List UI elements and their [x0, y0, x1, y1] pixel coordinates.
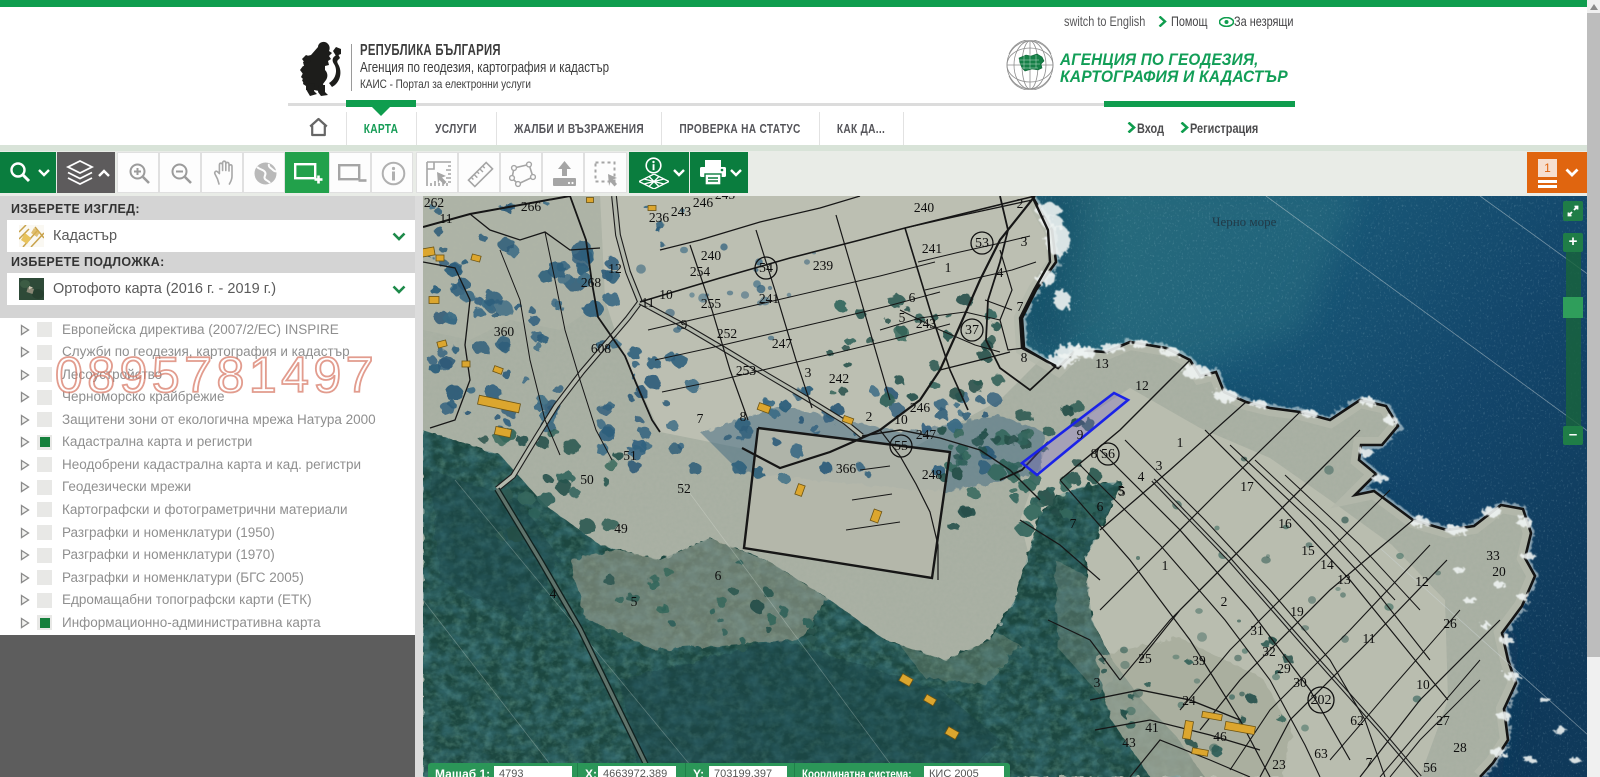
svg-text:39: 39: [1192, 653, 1206, 668]
svg-text:2: 2: [1017, 196, 1024, 211]
svg-text:366: 366: [836, 461, 857, 476]
svg-text:1: 1: [945, 260, 952, 275]
svg-text:9: 9: [1077, 427, 1084, 442]
svg-text:14: 14: [1320, 557, 1334, 572]
svg-text:3: 3: [1156, 458, 1163, 473]
svg-text:62: 62: [1350, 713, 1364, 728]
svg-text:242: 242: [829, 371, 849, 386]
svg-text:33: 33: [1486, 548, 1500, 563]
svg-text:6: 6: [1097, 499, 1104, 514]
svg-text:241: 241: [922, 241, 942, 256]
svg-text:2: 2: [1221, 594, 1228, 609]
svg-text:23: 23: [1272, 757, 1286, 772]
svg-text:32: 32: [1262, 644, 1276, 659]
svg-text:27: 27: [1436, 713, 1450, 728]
svg-text:25: 25: [1138, 651, 1152, 666]
svg-text:12: 12: [608, 261, 622, 276]
svg-text:7: 7: [1070, 516, 1077, 531]
svg-text:51: 51: [623, 448, 637, 463]
svg-text:55: 55: [894, 439, 908, 454]
svg-text:241: 241: [759, 291, 779, 306]
svg-text:252: 252: [717, 326, 737, 341]
svg-text:3: 3: [1021, 234, 1028, 249]
svg-text:254: 254: [690, 264, 711, 279]
svg-text:11: 11: [642, 295, 655, 310]
svg-text:49: 49: [614, 521, 628, 536]
svg-text:Черно море: Черно море: [1212, 214, 1277, 229]
svg-text:26: 26: [1443, 616, 1457, 631]
svg-text:24: 24: [1182, 693, 1196, 708]
svg-text:245: 245: [715, 196, 736, 202]
svg-text:20: 20: [1492, 564, 1506, 579]
svg-text:56: 56: [1101, 447, 1115, 462]
svg-text:43: 43: [1122, 735, 1136, 750]
svg-text:202: 202: [1311, 693, 1332, 708]
svg-text:3: 3: [805, 365, 812, 380]
svg-text:1: 1: [1177, 435, 1184, 450]
svg-text:8: 8: [740, 409, 747, 424]
svg-text:262: 262: [424, 196, 444, 210]
svg-text:10: 10: [1416, 677, 1430, 692]
svg-text:240: 240: [701, 248, 722, 263]
svg-text:9: 9: [681, 317, 688, 332]
svg-text:7: 7: [697, 411, 704, 426]
svg-text:11: 11: [440, 211, 453, 226]
svg-text:608: 608: [591, 341, 612, 356]
svg-text:12: 12: [1415, 574, 1429, 589]
svg-text:28: 28: [1453, 740, 1467, 755]
svg-text:10: 10: [659, 287, 673, 302]
svg-text:15: 15: [1301, 543, 1315, 558]
svg-text:10: 10: [894, 412, 908, 427]
svg-text:30: 30: [1293, 675, 1307, 690]
svg-text:37: 37: [965, 323, 979, 338]
svg-text:266: 266: [521, 199, 542, 214]
svg-text:13: 13: [1337, 572, 1351, 587]
svg-text:19: 19: [1290, 604, 1304, 619]
svg-text:246: 246: [693, 196, 714, 210]
svg-text:4: 4: [1138, 469, 1145, 484]
svg-text:6: 6: [715, 568, 722, 583]
svg-text:6: 6: [909, 290, 916, 305]
svg-text:29: 29: [1277, 661, 1291, 676]
svg-text:4: 4: [997, 265, 1004, 280]
svg-text:7: 7: [1366, 755, 1373, 770]
svg-text:13: 13: [1095, 356, 1109, 371]
svg-text:12: 12: [1135, 378, 1149, 393]
svg-text:11: 11: [1363, 631, 1376, 646]
svg-text:243: 243: [916, 316, 937, 331]
svg-text:5: 5: [1118, 483, 1125, 498]
svg-text:2: 2: [866, 409, 873, 424]
svg-text:1: 1: [1162, 558, 1169, 573]
svg-text:268: 268: [581, 275, 602, 290]
svg-text:239: 239: [813, 258, 834, 273]
svg-text:253: 253: [736, 363, 757, 378]
svg-text:8: 8: [1021, 350, 1028, 365]
svg-text:247: 247: [916, 427, 937, 442]
svg-text:7: 7: [1017, 299, 1024, 314]
svg-text:56: 56: [1423, 760, 1437, 775]
svg-text:5: 5: [631, 594, 638, 609]
svg-text:52: 52: [677, 481, 691, 496]
svg-text:247: 247: [772, 336, 793, 351]
svg-text:243: 243: [671, 204, 692, 219]
svg-text:31: 31: [1250, 623, 1264, 638]
svg-text:54: 54: [759, 261, 773, 276]
svg-text:50: 50: [580, 472, 594, 487]
svg-text:53: 53: [975, 236, 989, 251]
svg-text:360: 360: [494, 324, 515, 339]
svg-text:46: 46: [1213, 729, 1227, 744]
svg-text:248: 248: [922, 467, 943, 482]
svg-text:5: 5: [899, 310, 906, 325]
svg-text:41: 41: [1145, 720, 1159, 735]
svg-text:255: 255: [701, 296, 722, 311]
svg-text:4: 4: [550, 586, 557, 601]
svg-text:236: 236: [649, 210, 670, 225]
svg-text:240: 240: [914, 200, 935, 215]
svg-text:16: 16: [1278, 516, 1292, 531]
svg-text:17: 17: [1240, 479, 1254, 494]
svg-text:246: 246: [910, 400, 931, 415]
svg-text:3: 3: [1094, 675, 1101, 690]
svg-text:63: 63: [1314, 746, 1328, 761]
